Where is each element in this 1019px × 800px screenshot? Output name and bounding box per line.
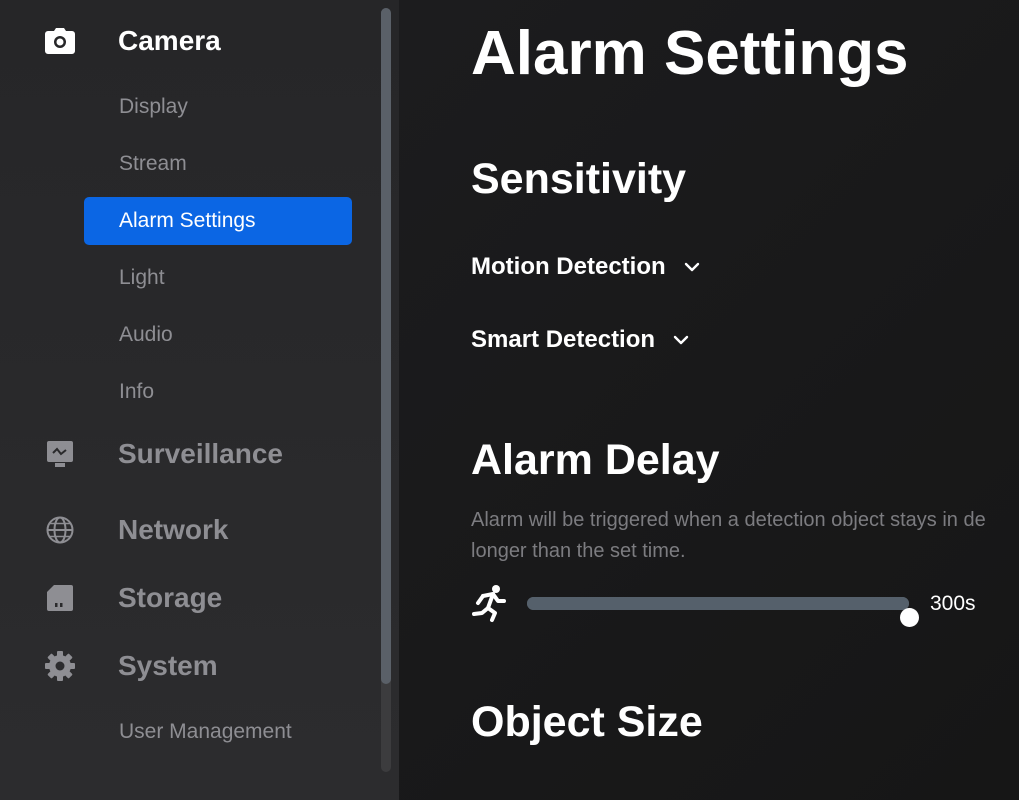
- alarm-delay-description: Alarm will be triggered when a detection…: [471, 505, 1019, 567]
- section-heading-object-size: Object Size: [471, 698, 703, 746]
- alarm-delay-value: 300s: [930, 592, 976, 615]
- alarm-delay-slider-thumb[interactable]: [900, 608, 919, 627]
- running-person-icon: [471, 583, 509, 628]
- motion-detection-dropdown[interactable]: Motion Detection: [471, 253, 700, 281]
- alarm-delay-slider-fill: [527, 597, 909, 610]
- sidebar: Camera Display Stream Alarm Settings Lig…: [0, 0, 399, 800]
- chevron-down-icon: [684, 262, 700, 272]
- alarm-delay-slider[interactable]: [527, 597, 919, 627]
- motion-detection-label: Motion Detection: [471, 253, 666, 280]
- sidebar-item-user-management[interactable]: User Management: [84, 708, 352, 756]
- sidebar-section-network[interactable]: Network: [44, 514, 228, 546]
- sidebar-item-display[interactable]: Display: [84, 83, 352, 131]
- sidebar-section-label: Camera: [118, 25, 221, 56]
- sidebar-item-stream[interactable]: Stream: [84, 140, 352, 188]
- gear-icon: [44, 650, 76, 682]
- sidebar-section-storage[interactable]: Storage: [44, 582, 222, 614]
- sidebar-section-surveillance[interactable]: Surveillance: [44, 438, 283, 470]
- sidebar-scrollbar-thumb[interactable]: [381, 8, 391, 684]
- main-content: Alarm Settings Sensitivity Motion Detect…: [399, 0, 1019, 800]
- sd-card-icon: [44, 582, 76, 614]
- sidebar-section-label: System: [118, 650, 218, 681]
- sidebar-section-system[interactable]: System: [44, 650, 218, 682]
- smart-detection-label: Smart Detection: [471, 326, 656, 353]
- alarm-delay-slider-row: 300s: [471, 583, 1019, 627]
- sidebar-item-light[interactable]: Light: [84, 254, 352, 302]
- sidebar-item-info[interactable]: Info: [84, 368, 352, 416]
- alarm-delay-description-line: Alarm will be triggered when a detection…: [471, 509, 986, 531]
- sidebar-section-label: Storage: [118, 582, 223, 613]
- globe-icon: [44, 514, 76, 546]
- alarm-delay-description-line: longer than the set time.: [471, 540, 686, 562]
- sidebar-item-audio[interactable]: Audio: [84, 311, 352, 359]
- sidebar-section-camera[interactable]: Camera: [44, 25, 221, 57]
- monitor-icon: [44, 438, 76, 470]
- chevron-down-icon: [673, 335, 689, 345]
- smart-detection-dropdown[interactable]: Smart Detection: [471, 326, 689, 354]
- page-title: Alarm Settings: [471, 19, 909, 88]
- camera-icon: [44, 25, 76, 57]
- sidebar-item-alarm-settings[interactable]: Alarm Settings: [84, 197, 352, 245]
- sidebar-section-label: Surveillance: [118, 438, 283, 469]
- section-heading-alarm-delay: Alarm Delay: [471, 436, 720, 484]
- sidebar-section-label: Network: [118, 514, 229, 545]
- section-heading-sensitivity: Sensitivity: [471, 155, 687, 203]
